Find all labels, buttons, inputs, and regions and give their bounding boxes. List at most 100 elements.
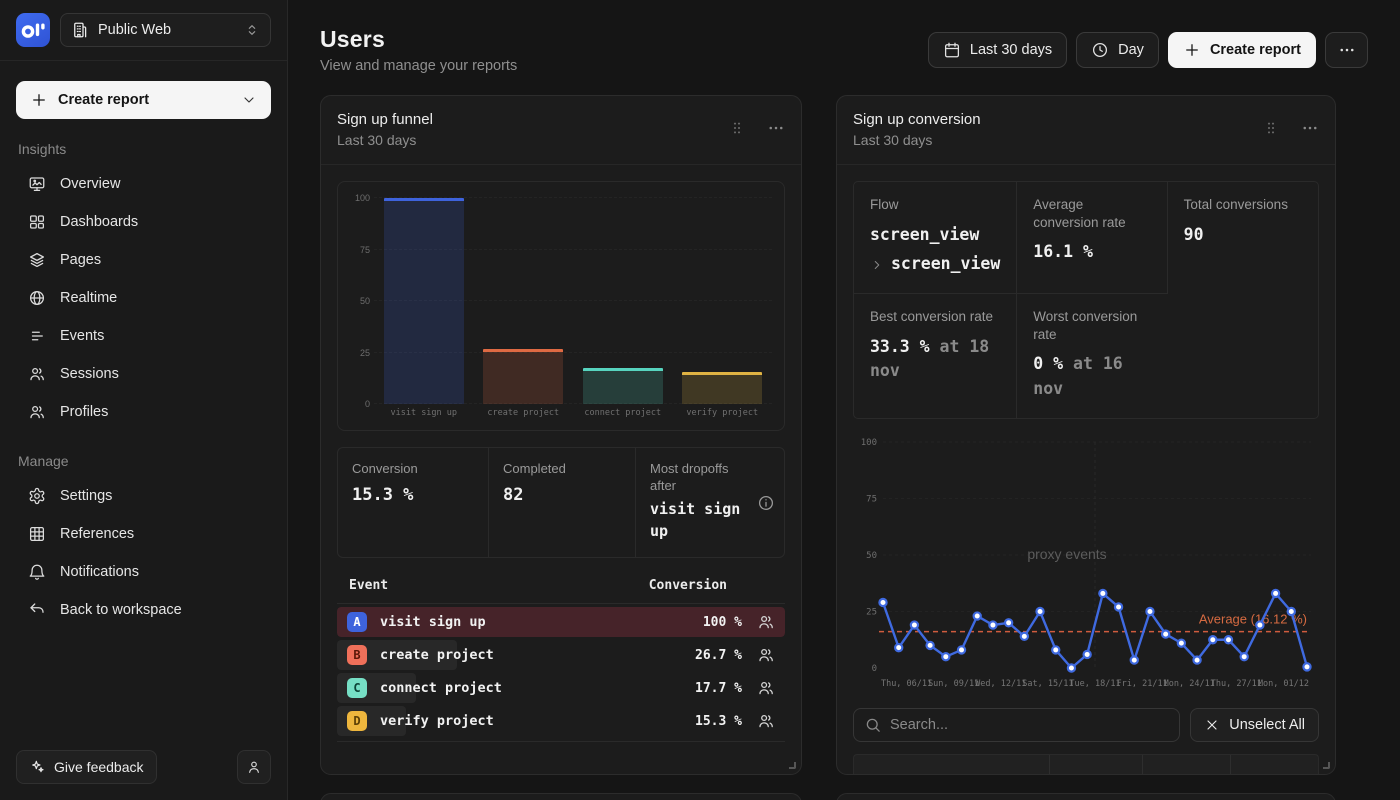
data-point[interactable] xyxy=(1209,636,1216,643)
watermark-text: proxy events xyxy=(1027,546,1106,562)
clock-icon xyxy=(1091,41,1109,59)
stat-total-label: Total conversions xyxy=(1184,196,1302,214)
data-point[interactable] xyxy=(1288,608,1295,615)
search-input[interactable] xyxy=(890,717,1169,733)
flow-step-1: screen_view xyxy=(870,223,1000,248)
page-header: Users View and manage your reports Last … xyxy=(320,26,1368,74)
funnel-bar[interactable] xyxy=(384,198,464,404)
card-menu-icon[interactable] xyxy=(1301,119,1319,137)
data-point[interactable] xyxy=(1241,653,1248,660)
data-point[interactable] xyxy=(1005,619,1012,626)
drag-handle-icon[interactable] xyxy=(729,120,745,136)
data-point[interactable] xyxy=(989,621,996,628)
summary-dropoffs: Most dropoffs after visit sign up xyxy=(635,448,784,557)
profile-button[interactable] xyxy=(237,750,271,784)
info-icon[interactable] xyxy=(757,494,775,512)
summary-dropoffs-value: visit sign up xyxy=(650,499,752,543)
workspace-selector[interactable]: Public Web xyxy=(60,13,271,47)
sidebar-item-label: Notifications xyxy=(60,564,139,580)
summary-completed: Completed 82 xyxy=(488,448,635,557)
sidebar-item-overview[interactable]: Overview xyxy=(16,165,271,203)
data-point[interactable] xyxy=(1021,632,1028,639)
sidebar-item-label: Pages xyxy=(60,252,101,268)
users-icon[interactable] xyxy=(757,679,775,697)
funnel-bar[interactable] xyxy=(682,372,762,404)
sidebar-item-events[interactable]: Events xyxy=(16,317,271,355)
users-icon[interactable] xyxy=(757,646,775,664)
sidebar-item-notifications[interactable]: Notifications xyxy=(16,553,271,591)
drag-handle-icon[interactable] xyxy=(1263,120,1279,136)
funnel-bar-column[interactable] xyxy=(374,198,474,404)
event-row-create-project[interactable]: Bcreate project26.7 % xyxy=(337,640,785,670)
funnel-bar-column[interactable] xyxy=(673,198,773,404)
data-point[interactable] xyxy=(895,644,902,651)
create-report-button[interactable]: Create report xyxy=(16,81,271,119)
funnel-bar-column[interactable] xyxy=(573,198,673,404)
more-options-button[interactable] xyxy=(1325,32,1368,68)
data-point[interactable] xyxy=(1272,589,1279,596)
data-point[interactable] xyxy=(1084,650,1091,657)
funnel-bar[interactable] xyxy=(483,349,563,404)
data-point[interactable] xyxy=(958,646,965,653)
line-x-tick: Mon, 01/12 xyxy=(1258,679,1309,689)
create-report-header-label: Create report xyxy=(1210,42,1301,58)
data-point[interactable] xyxy=(1146,608,1153,615)
openpanel-logo[interactable] xyxy=(16,13,50,47)
sidebar-item-label: Dashboards xyxy=(60,214,138,230)
funnel-y-tick: 0 xyxy=(365,399,370,409)
event-row-verify-project[interactable]: Dverify project15.3 % xyxy=(337,706,785,736)
search-icon xyxy=(864,716,882,734)
data-point[interactable] xyxy=(1036,608,1043,615)
create-report-header-button[interactable]: Create report xyxy=(1168,32,1316,68)
undo-icon xyxy=(28,601,46,619)
data-point[interactable] xyxy=(1052,646,1059,653)
date-range-button[interactable]: Last 30 days xyxy=(928,32,1067,68)
funnel-y-tick: 25 xyxy=(360,348,370,358)
line-y-tick: 75 xyxy=(866,494,877,504)
interval-button[interactable]: Day xyxy=(1076,32,1159,68)
card-resize-handle[interactable] xyxy=(1323,762,1330,769)
sidebar-item-dashboards[interactable]: Dashboards xyxy=(16,203,271,241)
stat-worst-label: Worst conversion rate xyxy=(1033,308,1151,343)
event-conversion-value: 26.7 % xyxy=(695,648,742,663)
date-range-label: Last 30 days xyxy=(970,42,1052,58)
sidebar-item-pages[interactable]: Pages xyxy=(16,241,271,279)
event-row-connect-project[interactable]: Cconnect project17.7 % xyxy=(337,673,785,703)
sidebar-item-back-to-workspace[interactable]: Back to workspace xyxy=(16,591,271,629)
data-point[interactable] xyxy=(1193,656,1200,663)
data-point[interactable] xyxy=(1099,589,1106,596)
sidebar-item-profiles[interactable]: Profiles xyxy=(16,393,271,431)
data-point[interactable] xyxy=(1115,603,1122,610)
grid-icon xyxy=(28,525,46,543)
sidebar-item-settings[interactable]: Settings xyxy=(16,477,271,515)
data-point[interactable] xyxy=(1303,663,1310,670)
globe-icon xyxy=(28,289,46,307)
sidebar-item-sessions[interactable]: Sessions xyxy=(16,355,271,393)
event-row-visit-sign-up[interactable]: Avisit sign up100 % xyxy=(337,607,785,637)
data-point[interactable] xyxy=(1225,636,1232,643)
users-icon[interactable] xyxy=(757,712,775,730)
funnel-bar-column[interactable] xyxy=(474,198,574,404)
funnel-bar[interactable] xyxy=(583,368,663,404)
data-point[interactable] xyxy=(1131,656,1138,663)
conversion-column-header: Conversion xyxy=(649,578,727,593)
data-point[interactable] xyxy=(1068,664,1075,671)
funnel-y-axis: 0255075100 xyxy=(344,198,374,424)
users-icon[interactable] xyxy=(757,613,775,631)
card-menu-icon[interactable] xyxy=(767,119,785,137)
give-feedback-button[interactable]: Give feedback xyxy=(16,750,157,784)
sidebar-item-references[interactable]: References xyxy=(16,515,271,553)
data-point[interactable] xyxy=(879,599,886,606)
data-point[interactable] xyxy=(942,653,949,660)
data-point[interactable] xyxy=(1162,630,1169,637)
unselect-all-button[interactable]: Unselect All xyxy=(1190,708,1319,742)
data-point[interactable] xyxy=(1178,639,1185,646)
data-point[interactable] xyxy=(911,621,918,628)
data-point[interactable] xyxy=(927,641,934,648)
card-resize-handle[interactable] xyxy=(789,762,796,769)
flow-step-2: screen_view xyxy=(891,252,1000,277)
data-point[interactable] xyxy=(974,612,981,619)
stat-best-label: Best conversion rate xyxy=(870,308,1000,326)
data-point[interactable] xyxy=(1256,621,1263,628)
sidebar-item-realtime[interactable]: Realtime xyxy=(16,279,271,317)
